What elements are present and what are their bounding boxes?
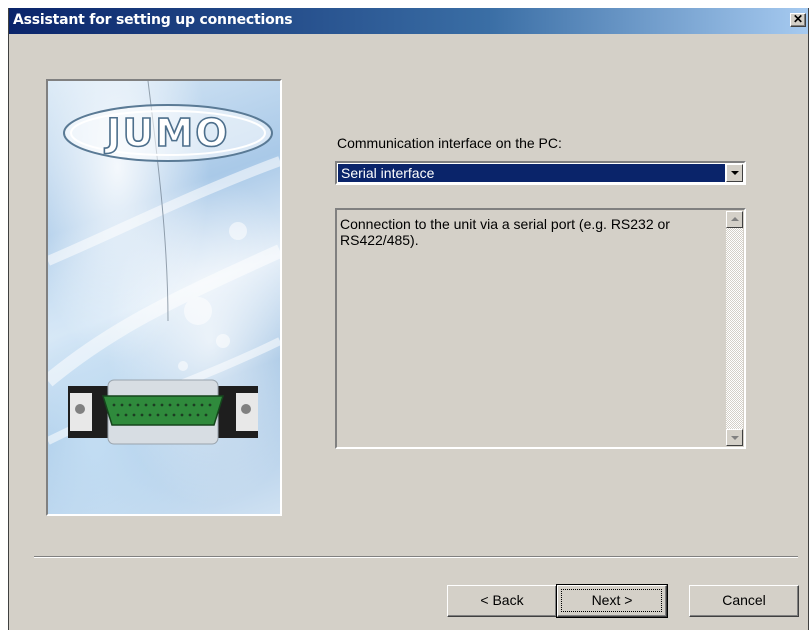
dialog-title: Assistant for setting up connections [13,12,293,28]
back-button[interactable]: < Back [447,585,557,617]
wizard-illustration: JUMO [46,79,282,516]
jumo-artwork: JUMO [48,81,280,445]
button-separator [34,556,798,558]
close-icon: ✕ [792,12,804,26]
title-bar[interactable]: Assistant for setting up connections ✕ [9,8,808,34]
cancel-button[interactable]: Cancel [689,585,799,617]
interface-label: Communication interface on the PC: [337,135,562,151]
serial-connector-icon [68,379,258,445]
close-button[interactable]: ✕ [790,13,806,27]
next-button-label: Next > [591,592,633,608]
description-textbox[interactable]: Connection to the unit via a serial port… [335,208,746,449]
description-scrollbar[interactable] [726,211,743,446]
next-button[interactable]: Next > [556,584,668,618]
jumo-logo-text: JUMO [103,111,229,155]
scroll-up-icon[interactable] [726,211,743,228]
jumo-logo: JUMO [63,104,273,162]
interface-selected-value[interactable]: Serial interface [338,164,725,182]
scroll-down-icon[interactable] [726,429,743,446]
dropdown-arrow-icon[interactable] [726,164,743,182]
description-text: Connection to the unit via a serial port… [340,216,670,248]
interface-dropdown[interactable]: Serial interface [335,161,746,185]
wizard-dialog: Assistant for setting up connections ✕ J… [8,8,809,630]
